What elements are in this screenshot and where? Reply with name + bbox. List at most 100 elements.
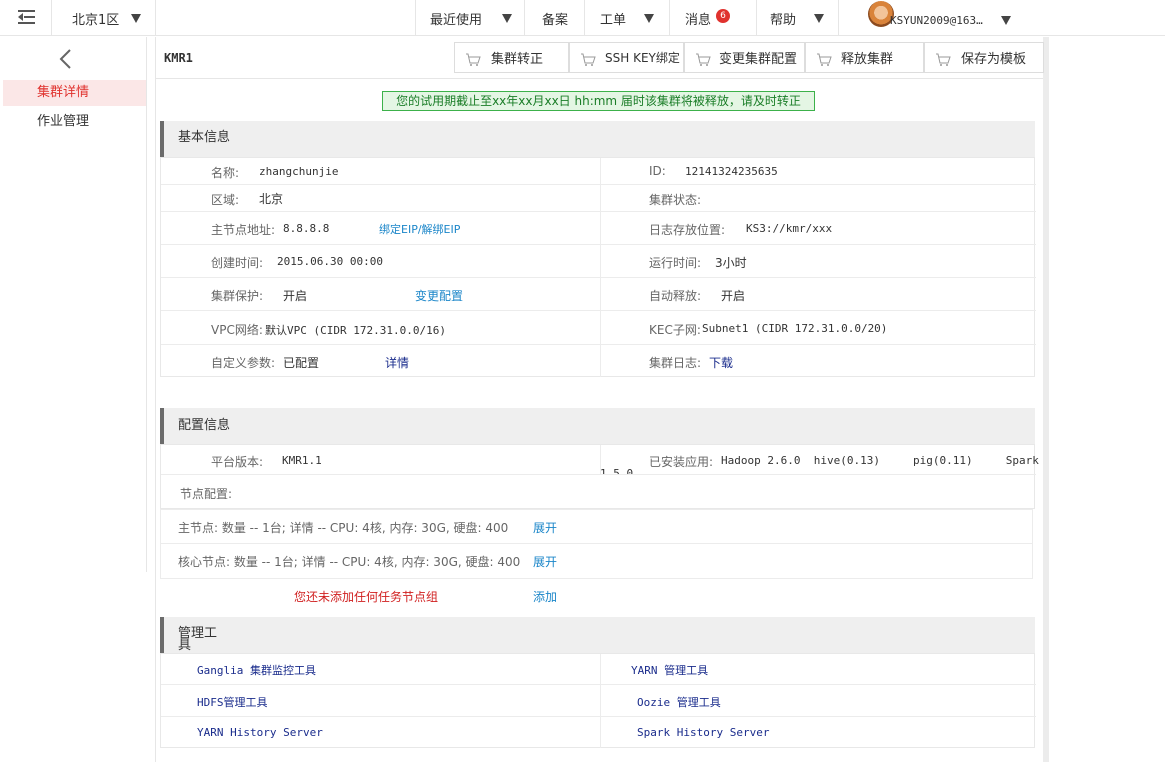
tools-table: Ganglia 集群监控工具 YARN 管理工具 HDFS管理工具 Oozie … [160, 653, 1036, 748]
installed-apps-overflow: 1.5.0 [600, 468, 633, 474]
expand-master-link[interactable]: 展开 [533, 519, 557, 536]
scrollbar[interactable] [1043, 37, 1049, 762]
download-log-link[interactable]: 下载 [709, 354, 733, 371]
kec-subnet-value: Subnet1 (CIDR 172.31.0.0/20) [702, 322, 888, 335]
oozie-manage-link[interactable]: Oozie 管理工具 [637, 694, 721, 710]
master-node-info: 主节点: 数量 -- 1台; 详情 -- CPU: 4核, 内存: 30G, 硬… [178, 521, 509, 535]
cluster-log-label: 集群日志: [649, 356, 702, 370]
platform-label: 平台版本: [211, 455, 264, 469]
ssh-key-button[interactable]: SSH KEY绑定 [569, 42, 684, 73]
save-template-label: 保存为模板 [961, 52, 1027, 67]
protect-value: 开启 [283, 289, 308, 303]
table-row: YARN History Server Spark History Server [161, 717, 1036, 748]
table-row: 区域: 北京 集群状态: [161, 185, 1036, 212]
runtime-label: 运行时间: [649, 256, 702, 270]
top-bar: 北京1区 最近使用 备案 工单 消息 6 帮助 KSYUN2009@163… [0, 0, 1165, 36]
beian-label: 备案 [542, 12, 569, 28]
release-cluster-button[interactable]: 释放集群 [805, 42, 924, 73]
beian-link[interactable]: 备案 [542, 0, 568, 36]
vpc-value: 默认VPC (CIDR 172.31.0.0/16) [265, 324, 446, 337]
log-location-label: 日志存放位置: [649, 223, 726, 237]
core-node-row: 核心节点: 数量 -- 1台; 详情 -- CPU: 4核, 内存: 30G, … [160, 544, 1033, 579]
chevron-down-icon [1000, 15, 1011, 25]
change-protect-link[interactable]: 变更配置 [415, 287, 463, 304]
section-title: 管理工具 [178, 626, 218, 653]
created-value: 2015.06.30 00:00 [277, 255, 383, 268]
expand-core-link[interactable]: 展开 [533, 553, 557, 570]
chevron-down-icon [502, 13, 513, 23]
ticket-menu[interactable]: 工单 [600, 0, 655, 36]
section-title: 配置信息 [178, 418, 231, 433]
status-label: 集群状态: [649, 193, 702, 207]
yarn-manage-link[interactable]: YARN 管理工具 [631, 662, 708, 678]
params-detail-link[interactable]: 详情 [385, 354, 409, 371]
region-value: 北京 [259, 192, 284, 206]
save-template-button[interactable]: 保存为模板 [924, 42, 1044, 73]
installed-apps-value: Hadoop 2.6.0 hive(0.13) pig(0.11) Spark [721, 454, 1039, 467]
config-info-header: 配置信息 [160, 408, 1035, 444]
id-value: 12141324235635 [685, 165, 778, 178]
recent-menu[interactable]: 最近使用 [430, 0, 513, 36]
auto-release-label: 自动释放: [649, 289, 702, 303]
convert-cluster-button[interactable]: 集群转正 [454, 42, 569, 73]
help-menu[interactable]: 帮助 [770, 0, 825, 36]
recent-label: 最近使用 [430, 12, 483, 28]
table-row: 节点配置: [161, 475, 1036, 509]
hdfs-manage-link[interactable]: HDFS管理工具 [197, 694, 268, 710]
node-config-label: 节点配置: [180, 487, 233, 501]
name-label: 名称: [211, 166, 240, 180]
yarn-history-link[interactable]: YARN History Server [197, 726, 323, 739]
chevron-down-icon [814, 13, 825, 23]
config-info-table: 平台版本: KMR1.1 已安装应用: Hadoop 2.6.0 hive(0.… [160, 444, 1039, 509]
kec-subnet-label: KEC子网: [649, 323, 701, 337]
user-menu[interactable]: KSYUN2009@163… [890, 2, 1011, 38]
cart-icon [936, 53, 951, 66]
menu-toggle-icon[interactable] [18, 9, 35, 25]
bind-eip-link[interactable]: 绑定EIP/解绑EIP [379, 221, 460, 237]
table-row: 主节点地址: 8.8.8.8 绑定EIP/解绑EIP 日志存放位置: KS3:/… [161, 212, 1036, 245]
sidebar-item-label: 集群详情 [37, 85, 90, 100]
runtime-value: 3小时 [715, 256, 747, 270]
page-title: KMR1 [164, 51, 193, 65]
table-row: HDFS管理工具 Oozie 管理工具 [161, 685, 1036, 717]
cart-icon [581, 53, 596, 66]
core-node-info: 核心节点: 数量 -- 1台; 详情 -- CPU: 4核, 内存: 30G, … [178, 555, 521, 569]
master-address-label: 主节点地址: [211, 223, 276, 237]
spark-history-link[interactable]: Spark History Server [637, 726, 769, 739]
table-row: Ganglia 集群监控工具 YARN 管理工具 [161, 654, 1036, 685]
chevron-down-icon [131, 13, 142, 23]
log-location-value: KS3://kmr/xxx [746, 222, 833, 235]
ssh-key-label: SSH KEY绑定 [605, 51, 680, 65]
platform-value: KMR1.1 [282, 454, 322, 467]
sidebar-item-label: 作业管理 [37, 114, 90, 129]
messages-link[interactable]: 消息 6 [685, 0, 731, 36]
ganglia-link[interactable]: Ganglia 集群监控工具 [197, 662, 316, 678]
sidebar-item-cluster-detail[interactable]: 集群详情 [3, 80, 146, 106]
user-name: KSYUN2009@163… [890, 13, 983, 27]
table-row: 创建时间: 2015.06.30 00:00 运行时间: 3小时 [161, 245, 1036, 278]
chevron-down-icon [644, 13, 655, 23]
vpc-label: VPC网络: [211, 323, 263, 337]
master-address-value: 8.8.8.8 [283, 222, 330, 235]
change-config-label: 变更集群配置 [719, 52, 798, 67]
cart-icon [817, 53, 832, 66]
sidebar-item-job-manage[interactable]: 作业管理 [3, 109, 146, 135]
region-selector[interactable]: 北京1区 [72, 0, 142, 36]
table-row: 集群保护: 开启 变更配置 自动释放: 开启 [161, 278, 1036, 311]
message-count-badge: 6 [716, 9, 731, 23]
change-config-button[interactable]: 变更集群配置 [684, 42, 805, 73]
back-arrow-icon[interactable] [58, 49, 74, 69]
release-cluster-label: 释放集群 [841, 52, 894, 67]
toolbar: KMR1 集群转正 SSH KEY绑定 变更集群配置 释放集群 保存为模板 [156, 37, 1044, 79]
trial-notice: 您的试用期截止至xx年xx月xx日 hh:mm 届时该集群将被释放，请及时转正 [382, 91, 815, 111]
table-row: VPC网络: 默认VPC (CIDR 172.31.0.0/16) KEC子网:… [161, 311, 1036, 345]
tools-header: 管理工具 [160, 617, 1035, 653]
section-title: 基本信息 [178, 130, 231, 145]
table-row: 名称: zhangchunjie ID: 12141324235635 [161, 158, 1036, 185]
ticket-label: 工单 [600, 12, 627, 28]
divider [155, 37, 156, 762]
auto-release-value: 开启 [721, 289, 746, 303]
region-label: 北京1区 [72, 12, 120, 28]
add-task-link[interactable]: 添加 [533, 588, 557, 605]
basic-info-header: 基本信息 [160, 121, 1035, 157]
